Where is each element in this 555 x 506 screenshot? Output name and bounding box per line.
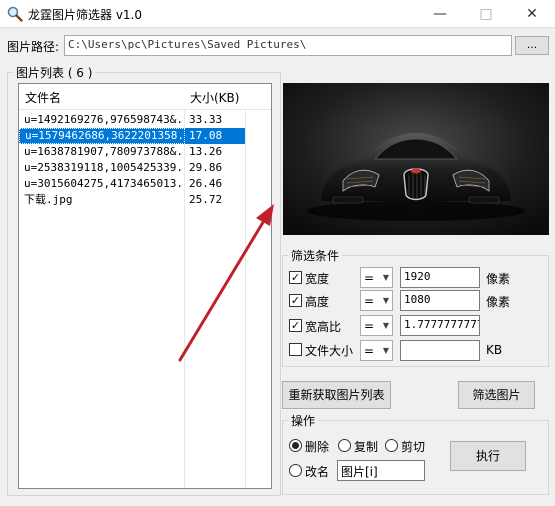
chevron-down-icon: ▼ [382,273,389,282]
minimize-button[interactable]: — [417,0,463,28]
filter-group-title: 筛选条件 [288,247,343,264]
chevron-down-icon: ▼ [382,346,389,355]
ratio-label: 宽高比 [305,320,342,334]
copy-radio[interactable] [338,439,351,452]
close-button[interactable]: ✕ [509,0,555,28]
height-checkbox[interactable]: ✓ [289,294,302,307]
execute-button[interactable]: 执行 [450,441,526,471]
list-item-filename: 下载.jpg [24,193,73,206]
list-item-filename: u=3015604275,4173465013... [24,177,184,190]
cut-radio[interactable] [385,439,398,452]
list-item-filename: u=1638781907,780973788&... [24,145,184,158]
annotation-arrow-icon [178,204,274,362]
check-icon: ✓ [290,319,301,332]
copy-label: 复制 [354,440,379,454]
reload-list-button[interactable]: 重新获取图片列表 [282,381,391,409]
ratio-checkbox[interactable]: ✓ [289,319,302,332]
list-item[interactable]: u=1492169276,976598743&... 33.33 [19,112,245,128]
car-photo-image [283,83,549,235]
list-item[interactable]: u=1579462686,3622201358... 17.08 [19,128,245,144]
rename-label: 改名 [305,465,330,479]
list-item[interactable]: u=1638781907,780973788&... 13.26 [19,144,245,160]
list-item[interactable]: u=3015604275,4173465013... 26.46 [19,176,245,192]
filesize-unit-label: KB [486,343,503,357]
list-item-size: 33.33 [189,113,223,126]
column-header-size[interactable]: 大小(KB) [190,89,239,106]
width-input[interactable]: 1920 [400,267,480,288]
width-unit-label: 像素 [486,272,511,286]
rename-radio[interactable] [289,464,302,477]
image-list-group-title: 图片列表 ( 6 ) [13,64,96,81]
list-item-filename: u=1579462686,3622201358... [19,128,185,144]
width-operator-select[interactable]: = ▼ [360,267,393,288]
window-title: 龙霆图片筛选器 v1.0 [28,8,143,22]
height-unit-label: 像素 [486,295,511,309]
height-operator-value: = [364,293,375,308]
path-input[interactable]: C:\Users\pc\Pictures\Saved Pictures\ [64,35,512,56]
title-bar: 龙霆图片筛选器 v1.0 — □ ✕ [0,0,555,28]
radio-dot-icon [292,442,299,449]
browse-button[interactable]: ... [515,36,549,55]
ratio-input[interactable]: 1.7777777777 [400,315,480,336]
rename-pattern-input[interactable]: 图片[i] [337,460,425,481]
filesize-operator-value: = [364,343,375,358]
ratio-operator-value: = [364,318,375,333]
operation-group-title: 操作 [288,412,319,429]
height-input[interactable]: 1080 [400,290,480,311]
list-item-size: 26.46 [189,177,223,190]
check-icon: ✓ [290,294,301,307]
path-label: 图片路径: [7,40,60,54]
delete-radio[interactable] [289,439,302,452]
minimize-icon: — [433,6,447,22]
width-checkbox[interactable]: ✓ [289,271,302,284]
maximize-icon: □ [479,6,493,22]
list-item-filename: u=2538319118,1005425339... [24,161,184,174]
check-icon: ✓ [290,271,301,284]
cut-label: 剪切 [401,440,426,454]
height-label: 高度 [305,295,330,309]
width-label: 宽度 [305,272,330,286]
list-item-filename: u=1492169276,976598743&... [24,113,184,126]
close-icon: ✕ [526,6,538,22]
filesize-label: 文件大小 [305,344,354,358]
height-operator-select[interactable]: = ▼ [360,290,393,311]
chevron-down-icon: ▼ [382,296,389,305]
list-item-size: 13.26 [189,145,223,158]
magnifier-app-icon [7,6,23,22]
list-item[interactable]: u=2538319118,1005425339... 29.86 [19,160,245,176]
ratio-operator-select[interactable]: = ▼ [360,315,393,336]
width-operator-value: = [364,270,375,285]
filesize-input[interactable] [400,340,480,361]
listview-header: 文件名 大小(KB) [19,84,271,110]
column-header-filename[interactable]: 文件名 [25,89,61,106]
filesize-checkbox[interactable] [289,343,302,356]
filter-images-button[interactable]: 筛选图片 [458,381,535,409]
list-item-size: 17.08 [189,129,223,142]
delete-label: 删除 [305,440,330,454]
list-item-size: 29.86 [189,161,223,174]
maximize-button[interactable]: □ [463,0,509,28]
image-preview [283,83,549,235]
chevron-down-icon: ▼ [382,321,389,330]
filesize-operator-select[interactable]: = ▼ [360,340,393,361]
